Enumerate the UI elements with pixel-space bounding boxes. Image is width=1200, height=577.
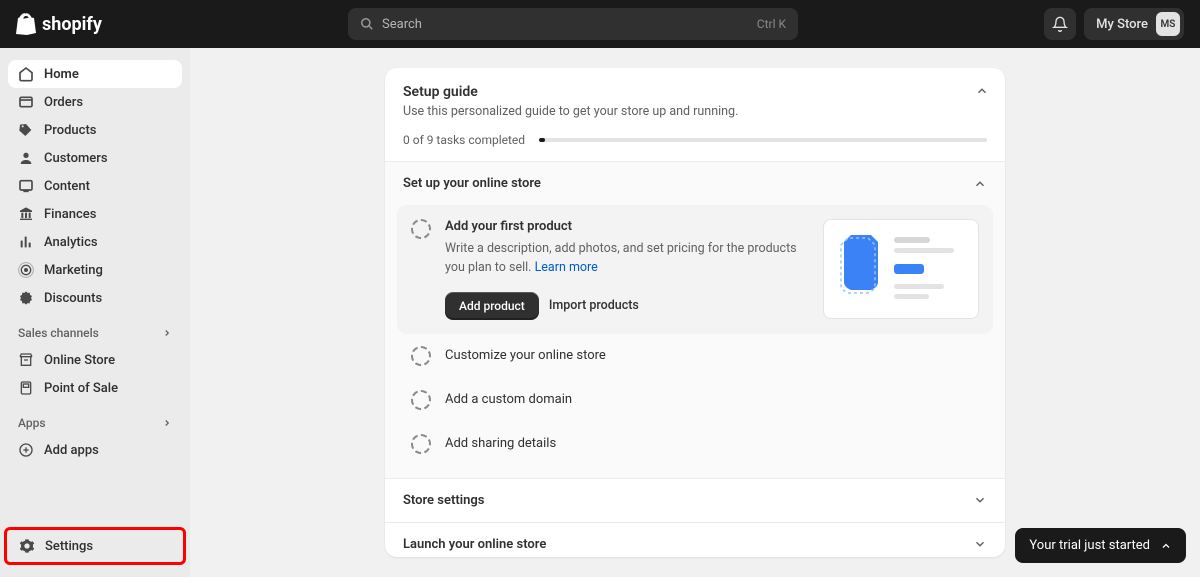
task-add-product: Add your first product Write a descripti… xyxy=(397,205,993,334)
search-input[interactable]: Search Ctrl K xyxy=(348,8,798,40)
sidebar-item-content[interactable]: Content xyxy=(8,172,182,200)
analytics-icon xyxy=(18,234,34,250)
task-title: Add your first product xyxy=(445,219,809,234)
trial-banner[interactable]: Your trial just started xyxy=(1015,528,1186,563)
logo[interactable]: shopify xyxy=(16,13,102,35)
section-online-store-header[interactable]: Set up your online store xyxy=(385,162,1005,205)
brand-text: shopify xyxy=(42,14,102,35)
settings-highlight: Settings xyxy=(4,527,186,565)
customers-icon xyxy=(18,150,34,166)
plus-circle-icon xyxy=(18,442,34,458)
sidebar-section-apps[interactable]: Apps xyxy=(8,402,182,436)
guide-title: Setup guide xyxy=(403,84,987,100)
task-description: Write a description, add photos, and set… xyxy=(445,240,809,278)
main-content: Setup guide Use this personalized guide … xyxy=(190,48,1200,577)
setup-guide-card: Setup guide Use this personalized guide … xyxy=(385,68,1005,557)
store-icon xyxy=(18,352,34,368)
finances-icon xyxy=(18,206,34,222)
task-customize-store[interactable]: Customize your online store xyxy=(397,334,993,378)
sidebar: Home Orders Products Customers Content F… xyxy=(0,48,190,577)
chevron-down-icon xyxy=(973,537,987,551)
task-checkbox[interactable] xyxy=(411,219,431,239)
chevron-right-icon xyxy=(162,328,172,338)
chevron-down-icon xyxy=(973,493,987,507)
topbar: shopify Search Ctrl K My Store MS xyxy=(0,0,1200,48)
store-menu[interactable]: My Store MS xyxy=(1084,8,1184,40)
sidebar-item-products[interactable]: Products xyxy=(8,116,182,144)
sidebar-item-orders[interactable]: Orders xyxy=(8,88,182,116)
task-checkbox[interactable] xyxy=(411,434,431,454)
progress-text: 0 of 9 tasks completed xyxy=(403,133,525,147)
task-checkbox[interactable] xyxy=(411,346,431,366)
notifications-button[interactable] xyxy=(1044,8,1076,40)
task-illustration xyxy=(823,219,979,319)
shopify-bag-icon xyxy=(16,13,36,35)
import-products-button[interactable]: Import products xyxy=(549,298,639,313)
sidebar-item-discounts[interactable]: Discounts xyxy=(8,284,182,312)
chevron-up-icon xyxy=(975,84,989,98)
products-icon xyxy=(18,122,34,138)
chevron-right-icon xyxy=(162,418,172,428)
section-store-settings[interactable]: Store settings xyxy=(385,478,1005,522)
home-icon xyxy=(18,66,34,82)
sidebar-item-settings[interactable]: Settings xyxy=(9,532,181,560)
chevron-up-icon xyxy=(1160,540,1172,552)
marketing-icon xyxy=(18,262,34,278)
sidebar-item-analytics[interactable]: Analytics xyxy=(8,228,182,256)
search-shortcut: Ctrl K xyxy=(757,17,786,31)
orders-icon xyxy=(18,94,34,110)
avatar: MS xyxy=(1156,12,1180,36)
sidebar-section-channels[interactable]: Sales channels xyxy=(8,312,182,346)
task-checkbox[interactable] xyxy=(411,390,431,410)
learn-more-link[interactable]: Learn more xyxy=(535,260,598,275)
sidebar-item-home[interactable]: Home xyxy=(8,60,182,88)
section-launch-store[interactable]: Launch your online store xyxy=(385,522,1005,566)
sidebar-item-customers[interactable]: Customers xyxy=(8,144,182,172)
pos-icon xyxy=(18,380,34,396)
content-icon xyxy=(18,178,34,194)
sidebar-item-finances[interactable]: Finances xyxy=(8,200,182,228)
progress-bar xyxy=(539,138,987,142)
sidebar-item-marketing[interactable]: Marketing xyxy=(8,256,182,284)
task-sharing-details[interactable]: Add sharing details xyxy=(397,422,993,466)
search-placeholder: Search xyxy=(382,17,422,32)
task-custom-domain[interactable]: Add a custom domain xyxy=(397,378,993,422)
sidebar-item-pos[interactable]: Point of Sale xyxy=(8,374,182,402)
search-icon xyxy=(360,17,374,31)
chevron-up-icon xyxy=(973,177,987,191)
sidebar-item-add-apps[interactable]: Add apps xyxy=(8,436,182,464)
gear-icon xyxy=(19,538,35,554)
add-product-button[interactable]: Add product xyxy=(445,292,539,320)
discounts-icon xyxy=(18,290,34,306)
bell-icon xyxy=(1052,16,1068,32)
collapse-guide-button[interactable] xyxy=(975,84,989,98)
guide-subtitle: Use this personalized guide to get your … xyxy=(403,104,987,119)
sidebar-item-online-store[interactable]: Online Store xyxy=(8,346,182,374)
